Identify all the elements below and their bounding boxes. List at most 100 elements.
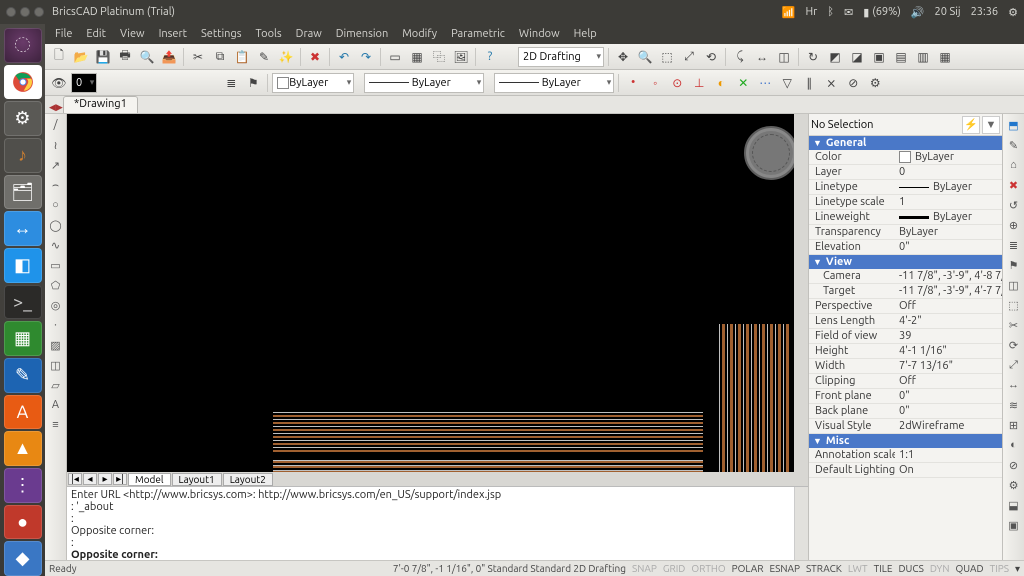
launcher-teamviewer[interactable]: ↔ (4, 211, 42, 246)
command-window[interactable]: Enter URL <http://www.bricsys.com>: http… (67, 486, 808, 560)
menu-settings[interactable]: Settings (195, 28, 248, 40)
prop-value[interactable]: 0" (895, 241, 1002, 253)
status-toggle-dyn[interactable]: DYN (930, 563, 950, 574)
paste-button[interactable]: 📋 (232, 47, 252, 67)
region-tool[interactable]: ▱ (47, 376, 65, 394)
close-window[interactable] (6, 7, 16, 17)
snap-ext-button[interactable]: ⋯ (755, 73, 775, 93)
view-r-button[interactable]: ▦ (935, 47, 955, 67)
rt-tool-10[interactable]: ⬚ (1005, 296, 1023, 314)
rt-tool-4[interactable]: ✖ (1005, 176, 1023, 194)
block-button[interactable]: ▦ (407, 47, 427, 67)
launcher-vlc[interactable]: ▲ (4, 431, 42, 466)
hatch-tool[interactable]: ▨ (47, 336, 65, 354)
zoom-prev-button[interactable]: ⟲ (701, 47, 721, 67)
rt-tool-6[interactable]: ⊕ (1005, 216, 1023, 234)
tab-last-button[interactable]: ▸| (113, 473, 127, 485)
snap-tan-button[interactable]: ◐ (711, 73, 731, 93)
prop-value[interactable]: 7'-7 13/16" (895, 360, 1002, 372)
view-h-button[interactable]: ▤ (891, 47, 911, 67)
prop-value[interactable]: 1 (895, 196, 1002, 208)
rt-tool-15[interactable]: ≋ (1005, 396, 1023, 414)
status-toggle-lwt[interactable]: LWT (848, 563, 868, 574)
prop-value[interactable]: 4'-1 1/16" (895, 345, 1002, 357)
group-general[interactable]: ▼General (809, 136, 1002, 150)
view-s-button[interactable]: ▥ (913, 47, 933, 67)
launcher-terminal[interactable]: >_ (4, 285, 42, 320)
prop-value[interactable]: 4'-2" (895, 315, 1002, 327)
tab-first-button[interactable]: |◂ (68, 473, 82, 485)
session-indicator[interactable]: ⚙ (1008, 6, 1018, 19)
menu-edit[interactable]: Edit (80, 28, 112, 40)
menu-draw[interactable]: Draw (290, 28, 328, 40)
prop-value[interactable]: -11 7/8", -3'-9", 4'-7 7/8" (895, 285, 1002, 297)
pan-button[interactable]: ✥ (613, 47, 633, 67)
prop-value[interactable]: Off (895, 300, 1002, 312)
status-menu-icon[interactable]: ▾ (1015, 563, 1020, 575)
select-button[interactable]: ▭ (385, 47, 405, 67)
rt-tool-18[interactable]: ⊘ (1005, 456, 1023, 474)
rt-tool-2[interactable]: ✎ (1005, 136, 1023, 154)
status-toggle-quad[interactable]: QUAD (955, 563, 983, 574)
preview-button[interactable]: 🔍 (137, 47, 157, 67)
layer-button[interactable]: ≣ (221, 73, 241, 93)
ray-tool[interactable]: ↗ (47, 156, 65, 174)
ellipse-tool[interactable]: ◯ (47, 216, 65, 234)
prop-value[interactable]: 1:1 (895, 449, 1002, 461)
prop-value[interactable]: Off (895, 375, 1002, 387)
launcher-app-purple[interactable]: ⋮ (4, 468, 42, 503)
view-i-button[interactable]: ◪ (847, 47, 867, 67)
prop-value[interactable]: 39 (895, 330, 1002, 342)
help-button[interactable]: ? (480, 47, 500, 67)
pline-tool[interactable]: ≀ (47, 136, 65, 154)
snap-par-button[interactable]: ∥ (799, 73, 819, 93)
rt-tool-17[interactable]: ◐ (1005, 436, 1023, 454)
status-toggle-snap[interactable]: SNAP (632, 563, 657, 574)
print-button[interactable]: 🖶 (115, 47, 135, 67)
launcher-app-orange[interactable]: A (4, 395, 42, 430)
launcher-calc[interactable]: ▦ (4, 321, 42, 356)
launcher-dash[interactable]: ◌ (4, 28, 42, 63)
launcher-settings[interactable]: ⚙ (4, 101, 42, 136)
launcher-files[interactable]: 🗂 (4, 175, 42, 210)
status-toggle-tips[interactable]: TIPS (990, 563, 1009, 574)
launcher-app-blue[interactable]: ◧ (4, 248, 42, 283)
cmd-scrollbar[interactable] (794, 487, 808, 560)
snap-end-button[interactable]: • (623, 73, 643, 93)
prop-value[interactable]: 2dWireframe (895, 420, 1002, 432)
layer-color-combo[interactable]: ByLayer (272, 73, 354, 93)
menu-tools[interactable]: Tools (250, 28, 288, 40)
rt-tool-9[interactable]: ◫ (1005, 276, 1023, 294)
undo2-button[interactable]: ↶ (334, 47, 354, 67)
mline-tool[interactable]: ≡ (47, 416, 65, 434)
save-button[interactable]: 💾 (93, 47, 113, 67)
cut-button[interactable]: ✂ (188, 47, 208, 67)
rt-tool-19[interactable]: ⚙ (1005, 476, 1023, 494)
time-indicator[interactable]: 23:36 (971, 6, 999, 18)
status-toggle-polar[interactable]: POLAR (732, 563, 764, 574)
workspace-combo[interactable]: 2D Drafting (518, 47, 604, 67)
menu-dimension[interactable]: Dimension (330, 28, 394, 40)
prop-value[interactable]: ByLayer (895, 181, 1002, 193)
prop-value[interactable]: On (895, 464, 1002, 476)
selection-combo[interactable]: No Selection (811, 119, 960, 131)
menu-parametric[interactable]: Parametric (445, 28, 511, 40)
filter-button[interactable]: ▼ (982, 116, 1000, 134)
rt-tool-7[interactable]: ≣ (1005, 236, 1023, 254)
bluetooth-indicator[interactable]: ᛒ (827, 6, 834, 18)
xref-button[interactable]: ⿻ (429, 47, 449, 67)
menu-modify[interactable]: Modify (396, 28, 443, 40)
copy-button[interactable]: ⧉ (210, 47, 230, 67)
publish-button[interactable]: 📤 (159, 47, 179, 67)
rt-tool-1[interactable]: ⬒ (1005, 116, 1023, 134)
snap-per-button[interactable]: ⊥ (689, 73, 709, 93)
snap-none-button[interactable]: ⊘ (843, 73, 863, 93)
arc-tool[interactable]: ⌢ (47, 176, 65, 194)
area-button[interactable]: ◫ (774, 47, 794, 67)
snap-set-button[interactable]: ⚙ (865, 73, 885, 93)
snap-mid-button[interactable]: ◦ (645, 73, 665, 93)
clean-button[interactable]: ✨ (276, 47, 296, 67)
circle-tool[interactable]: ○ (47, 196, 65, 214)
snap-int-button[interactable]: ✕ (733, 73, 753, 93)
dist-button[interactable]: ↔ (752, 47, 772, 67)
